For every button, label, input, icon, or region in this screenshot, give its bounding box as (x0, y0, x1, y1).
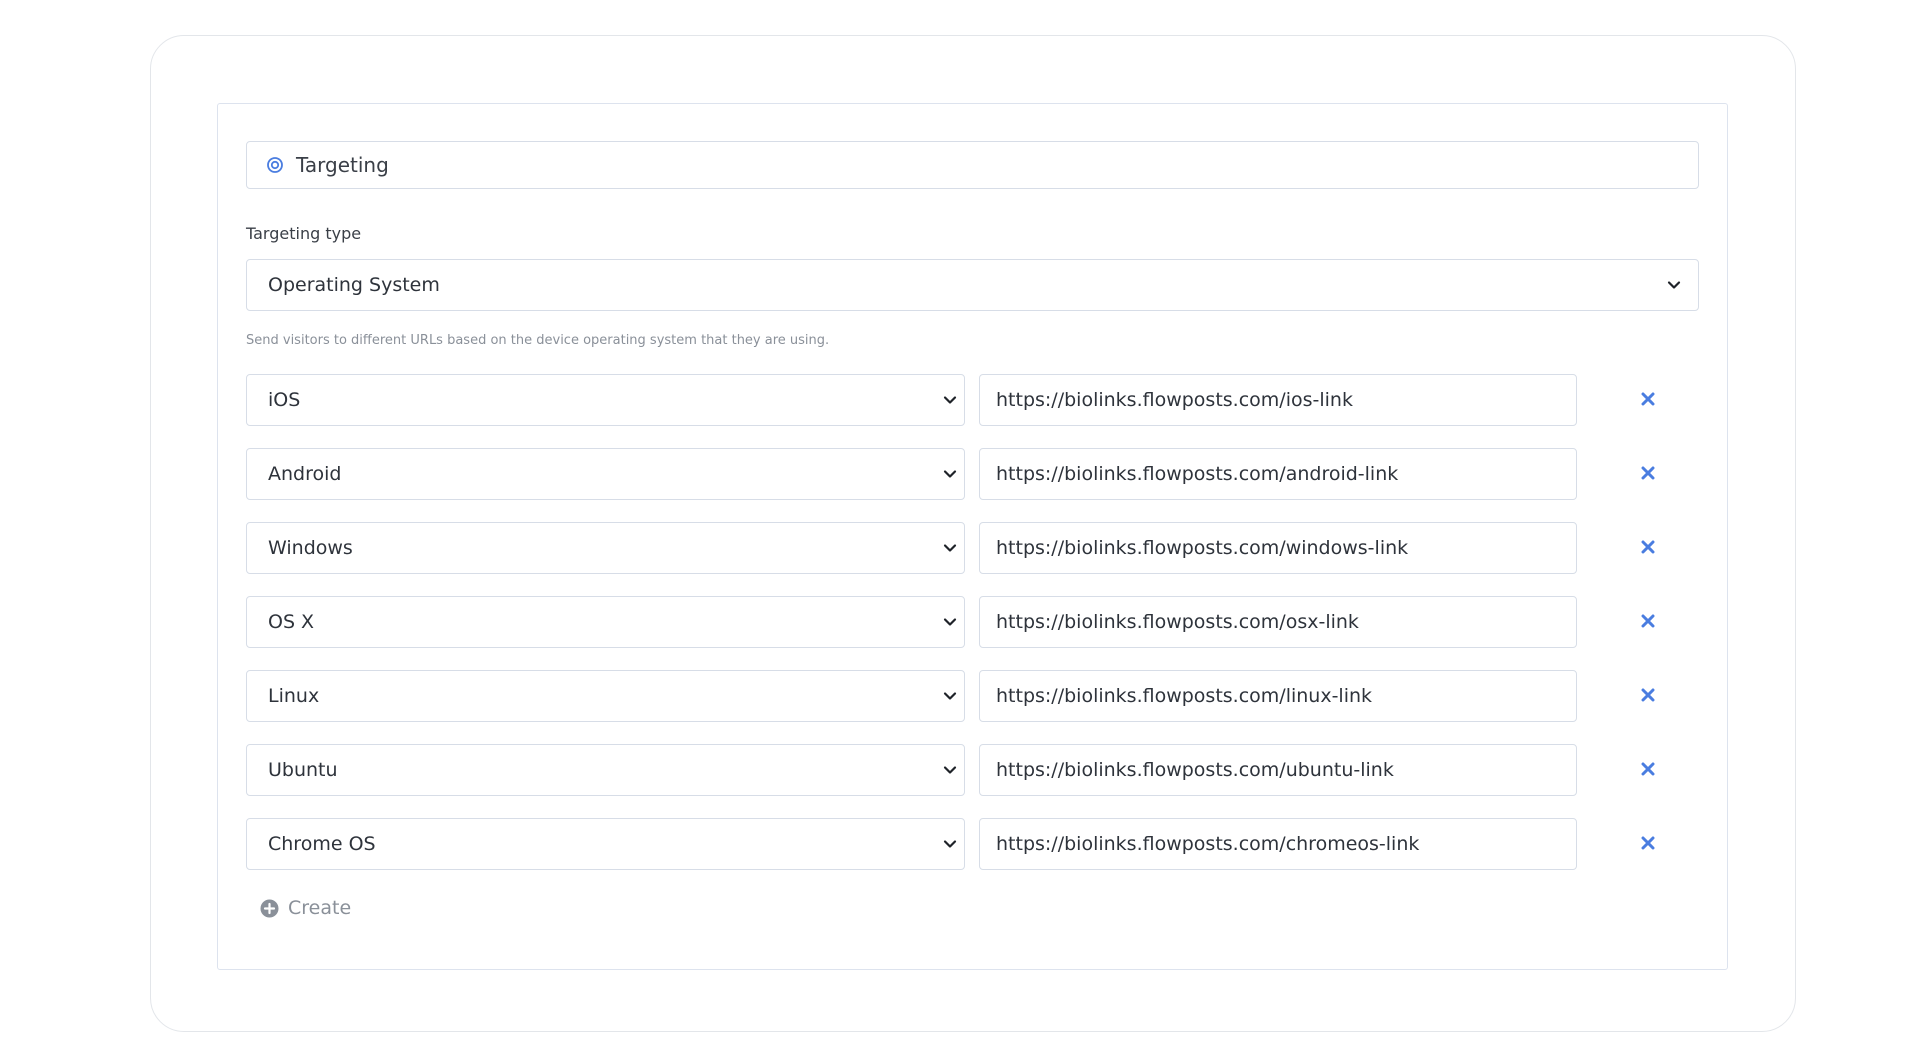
remove-rule-button[interactable] (1636, 683, 1660, 707)
create-label: Create (288, 897, 352, 919)
chevron-down-icon (941, 761, 959, 779)
close-icon (1641, 762, 1655, 776)
close-icon (1641, 836, 1655, 850)
os-select[interactable]: Windows (246, 522, 965, 574)
os-select[interactable]: Ubuntu (246, 744, 965, 796)
url-input[interactable]: https://biolinks.flowposts.com/chromeos-… (979, 818, 1577, 870)
chevron-down-icon (1665, 276, 1683, 294)
targeting-type-select[interactable]: Operating System (246, 259, 1699, 311)
targeting-rule-row: Ubuntu https://biolinks.flowposts.com/ub… (246, 744, 1699, 818)
os-select-value: Chrome OS (268, 833, 376, 855)
targeting-help-text: Send visitors to different URLs based on… (246, 333, 830, 348)
remove-rule-button[interactable] (1636, 609, 1660, 633)
targeting-rule-row: Chrome OS https://biolinks.flowposts.com… (246, 818, 1699, 892)
os-select-value: OS X (268, 611, 315, 633)
remove-rule-button[interactable] (1636, 831, 1660, 855)
remove-rule-button[interactable] (1636, 535, 1660, 559)
targeting-rule-row: Linux https://biolinks.flowposts.com/lin… (246, 670, 1699, 744)
os-select[interactable]: Chrome OS (246, 818, 965, 870)
os-select-value: Linux (268, 685, 320, 707)
os-select[interactable]: Android (246, 448, 965, 500)
plus-circle-icon (260, 899, 279, 918)
url-input[interactable]: https://biolinks.flowposts.com/osx-link (979, 596, 1577, 648)
os-select[interactable]: OS X (246, 596, 965, 648)
chevron-down-icon (941, 391, 959, 409)
chevron-down-icon (941, 835, 959, 853)
url-input[interactable]: https://biolinks.flowposts.com/ubuntu-li… (979, 744, 1577, 796)
url-input[interactable]: https://biolinks.flowposts.com/windows-l… (979, 522, 1577, 574)
close-icon (1641, 540, 1655, 554)
close-icon (1641, 688, 1655, 702)
os-select-value: Ubuntu (268, 759, 338, 781)
remove-rule-button[interactable] (1636, 461, 1660, 485)
create-rule-button[interactable]: Create (260, 897, 351, 919)
chevron-down-icon (941, 539, 959, 557)
url-input[interactable]: https://biolinks.flowposts.com/android-l… (979, 448, 1577, 500)
targeting-rule-row: Android https://biolinks.flowposts.com/a… (246, 448, 1699, 522)
os-select-value: Android (268, 463, 342, 485)
targeting-rules-list: iOS https://biolinks.flowposts.com/ios-l… (246, 374, 1699, 892)
remove-rule-button[interactable] (1636, 757, 1660, 781)
chevron-down-icon (941, 687, 959, 705)
remove-rule-button[interactable] (1636, 387, 1660, 411)
os-select[interactable]: Linux (246, 670, 965, 722)
targeting-rule-row: iOS https://biolinks.flowposts.com/ios-l… (246, 374, 1699, 448)
os-select-value: iOS (268, 389, 301, 411)
os-select[interactable]: iOS (246, 374, 965, 426)
url-input[interactable]: https://biolinks.flowposts.com/ios-link (979, 374, 1577, 426)
os-select-value: Windows (268, 537, 353, 559)
chevron-down-icon (941, 465, 959, 483)
section-title: Targeting (296, 153, 389, 177)
targeting-type-value: Operating System (268, 274, 440, 296)
targeting-section-header[interactable]: Targeting (246, 141, 1699, 189)
targeting-rule-row: OS X https://biolinks.flowposts.com/osx-… (246, 596, 1699, 670)
close-icon (1641, 614, 1655, 628)
targeting-type-label: Targeting type (246, 224, 362, 243)
close-icon (1641, 392, 1655, 406)
close-icon (1641, 466, 1655, 480)
url-input[interactable]: https://biolinks.flowposts.com/linux-lin… (979, 670, 1577, 722)
chevron-down-icon (941, 613, 959, 631)
targeting-rule-row: Windows https://biolinks.flowposts.com/w… (246, 522, 1699, 596)
target-icon (266, 156, 284, 174)
